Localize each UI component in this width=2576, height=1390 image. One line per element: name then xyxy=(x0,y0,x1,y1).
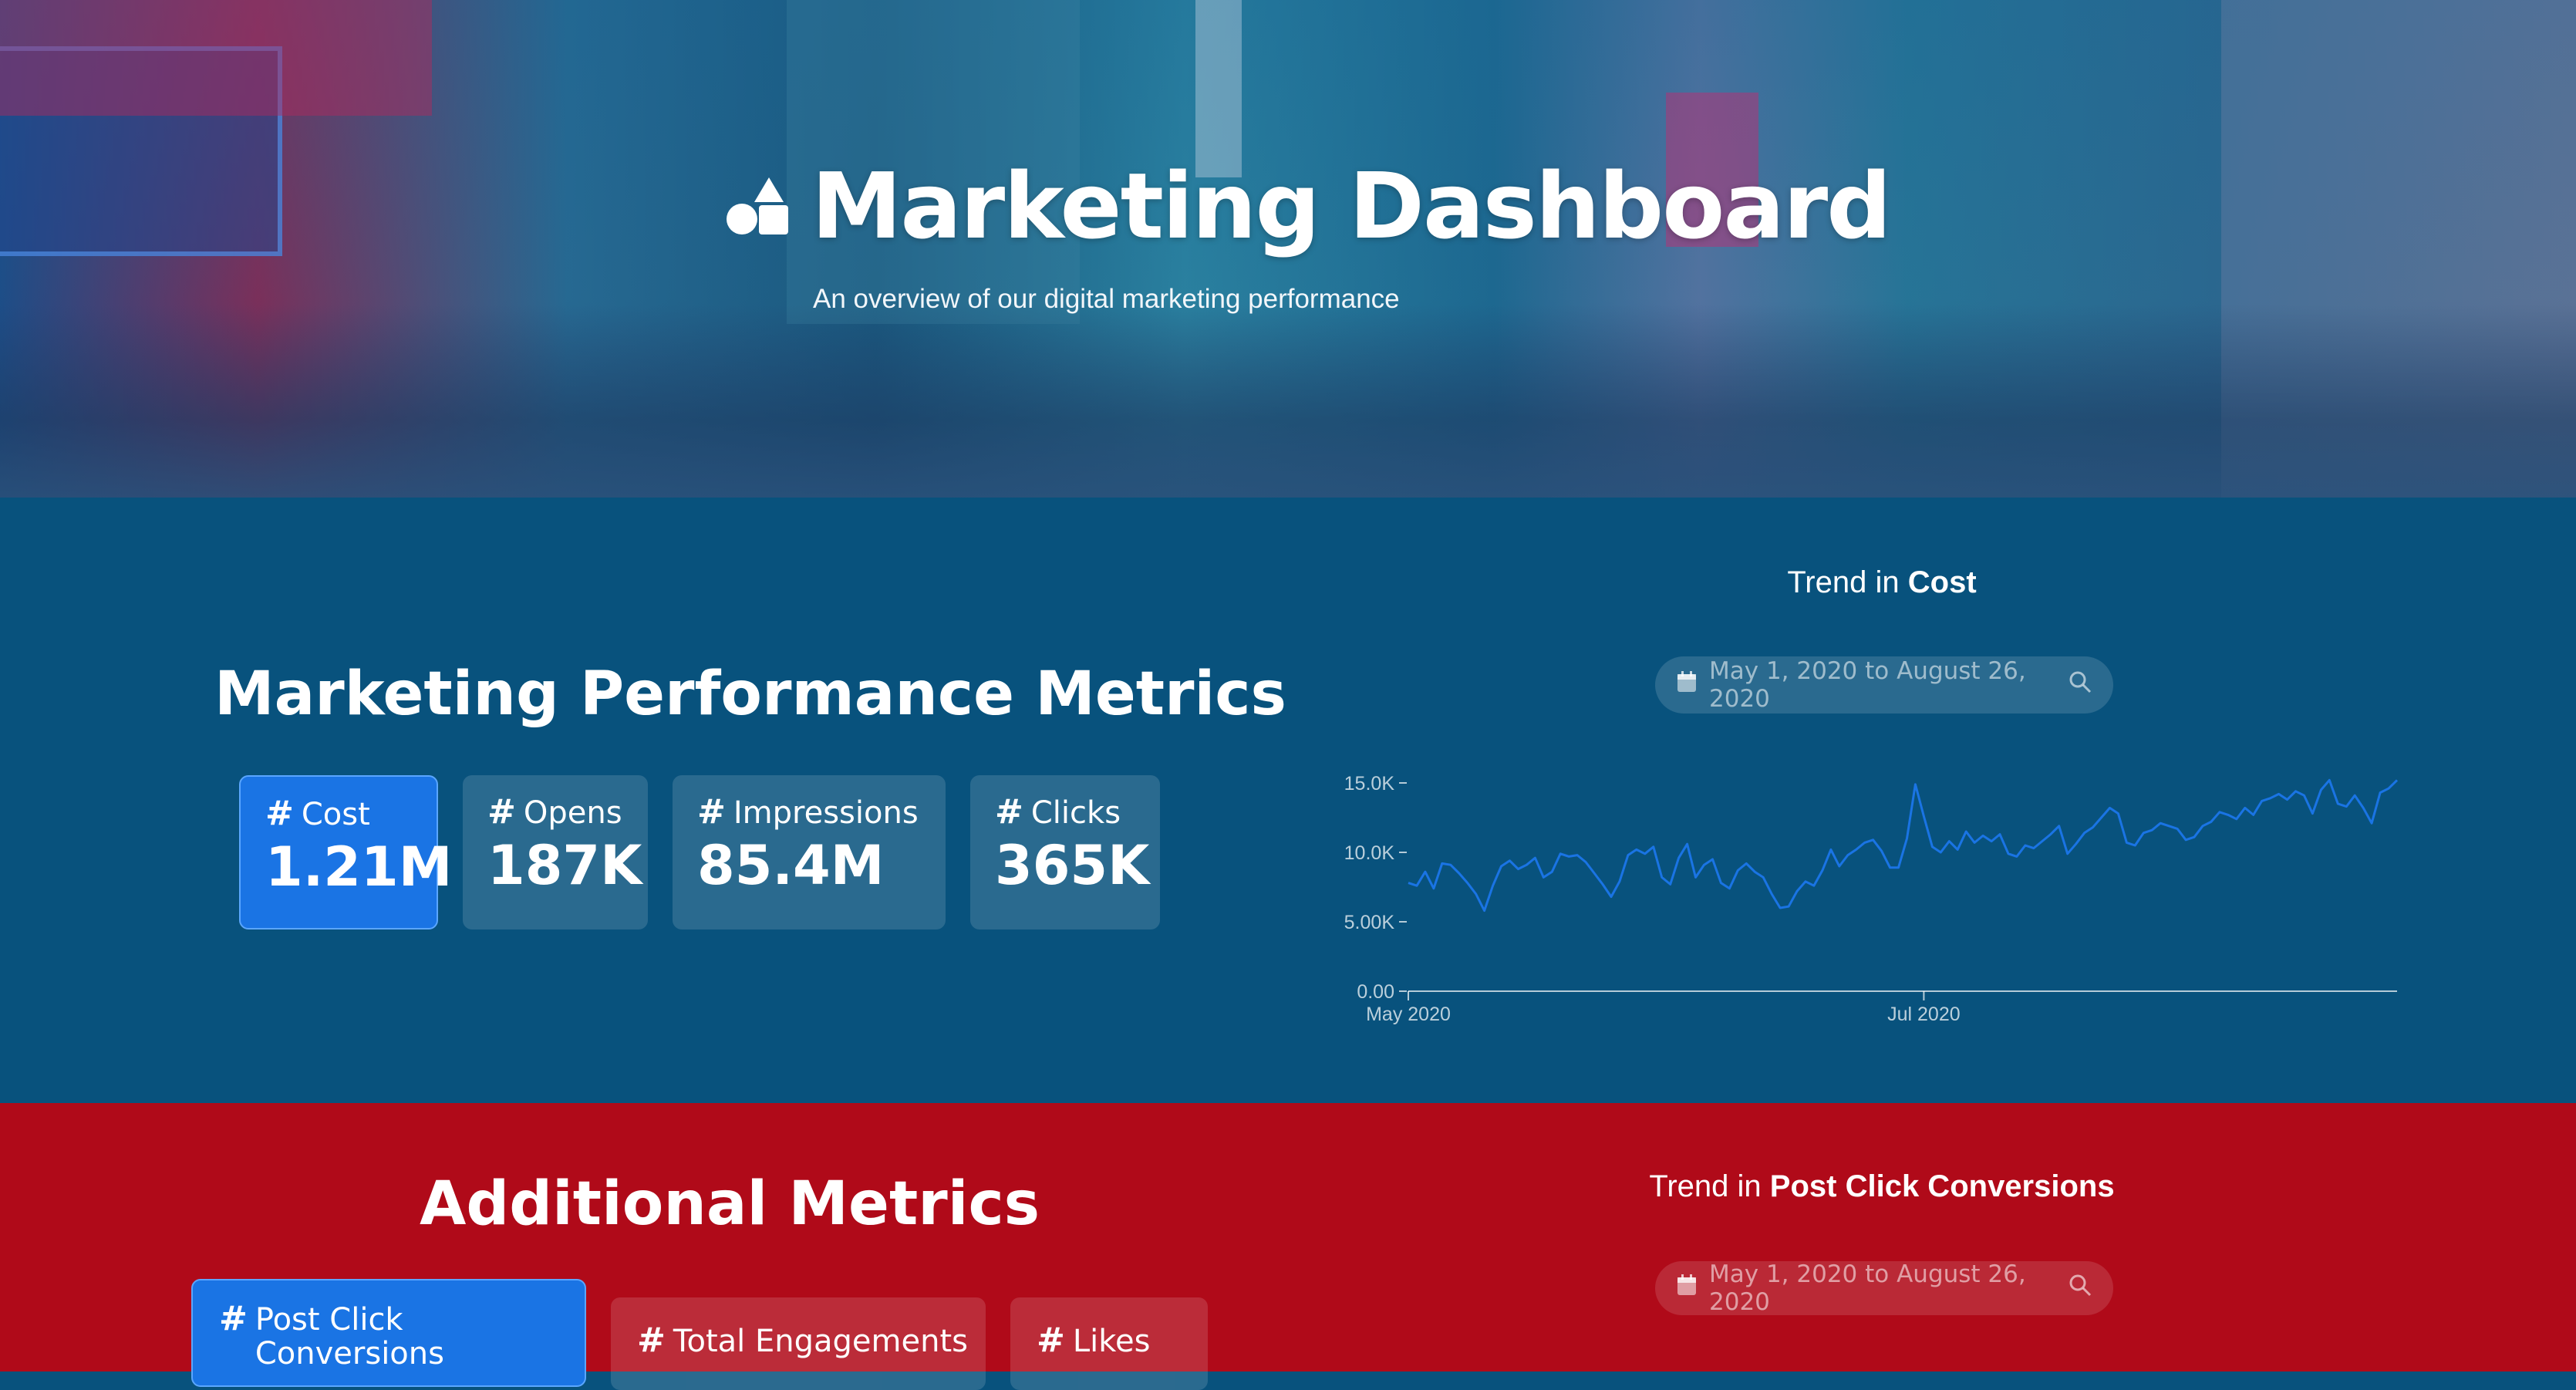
trend-prefix: Trend in xyxy=(1787,565,1900,599)
date-range-text: May 1, 2020 to August 26, 2020 xyxy=(1709,657,2026,713)
hero-banner: Marketing Dashboard An overview of our d… xyxy=(0,0,2576,498)
trend-metric: Cost xyxy=(1907,565,1977,599)
date-range-picker[interactable]: May 1, 2020 to August 26, 2020 xyxy=(1655,1260,2113,1316)
y-tick-label: 15.0K xyxy=(1344,773,1395,795)
hero-title-row: Marketing Dashboard xyxy=(725,153,1892,259)
hash-icon: # xyxy=(219,1299,248,1338)
search-icon[interactable] xyxy=(2069,1274,2092,1303)
y-tick-label: 10.0K xyxy=(1344,842,1395,864)
date-range-text: May 1, 2020 to August 26, 2020 xyxy=(1709,1260,2026,1316)
metric-label: Opens xyxy=(523,795,622,831)
hash-icon: # xyxy=(637,1321,666,1360)
shapes-icon xyxy=(725,173,791,239)
search-icon[interactable] xyxy=(2069,670,2092,700)
hash-icon: # xyxy=(995,792,1023,832)
metric-label: Likes xyxy=(1072,1324,1151,1359)
y-tick-label: 0.00 xyxy=(1357,981,1394,1003)
series-line xyxy=(1408,778,2399,913)
metric-label: Post Click Conversions xyxy=(255,1302,444,1371)
metric-card-clicks[interactable]: # Clicks 365K xyxy=(970,775,1160,929)
metric-value: 85.4M xyxy=(697,834,885,897)
hash-icon: # xyxy=(487,792,516,832)
x-tick-label: May 2020 xyxy=(1366,1004,1451,1025)
additional-section: Additional Metrics # Post Click Conversio… xyxy=(0,1103,2576,1390)
metric-card-opens[interactable]: # Opens 187K xyxy=(463,775,648,929)
hash-icon: # xyxy=(1037,1321,1065,1360)
metric-card-post-click-conversions[interactable]: # Post Click Conversions xyxy=(191,1279,586,1387)
metric-value: 1.21M xyxy=(265,835,453,899)
calendar-icon xyxy=(1677,671,1697,699)
x-tick-label: Jul 2020 xyxy=(1887,1004,1961,1025)
metric-card-impressions[interactable]: # Impressions 85.4M xyxy=(673,775,946,929)
metric-label: Cost xyxy=(301,797,370,832)
trend-prefix: Trend in xyxy=(1649,1169,1762,1203)
metric-label: Total Engagements xyxy=(673,1324,968,1359)
metric-value: 187K xyxy=(487,834,642,897)
page-title: Marketing Dashboard xyxy=(811,153,1892,259)
trend-metric: Post Click Conversions xyxy=(1769,1169,2115,1203)
metric-card-likes[interactable]: # Likes xyxy=(1010,1297,1208,1390)
metric-card-total-engagements[interactable]: # Total Engagements xyxy=(611,1297,986,1390)
page-subtitle: An overview of our digital marketing per… xyxy=(813,284,1400,314)
trend-title: Trend in Post Click Conversions xyxy=(1573,1169,2190,1204)
trend-title: Trend in Cost xyxy=(1697,565,2067,600)
performance-section: Marketing Performance Metrics # Cost 1.21… xyxy=(0,498,2576,1103)
metric-card-cost[interactable]: # Cost 1.21M xyxy=(239,775,453,929)
calendar-icon xyxy=(1677,1274,1697,1302)
metric-value: 365K xyxy=(995,834,1150,897)
cost-trend-chart: 0.00 5.00K 10.0K 15.0K May 2020 Jul 2020 xyxy=(1344,773,2399,1025)
performance-title: Marketing Performance Metrics xyxy=(214,660,1286,729)
hash-icon: # xyxy=(697,792,726,832)
date-range-picker[interactable]: May 1, 2020 to August 26, 2020 xyxy=(1655,656,2113,714)
metric-label: Impressions xyxy=(733,795,919,831)
hash-icon: # xyxy=(265,794,294,833)
y-tick-label: 5.00K xyxy=(1344,912,1395,933)
metric-label: Clicks xyxy=(1030,795,1121,831)
additional-title: Additional Metrics xyxy=(420,1169,1040,1239)
